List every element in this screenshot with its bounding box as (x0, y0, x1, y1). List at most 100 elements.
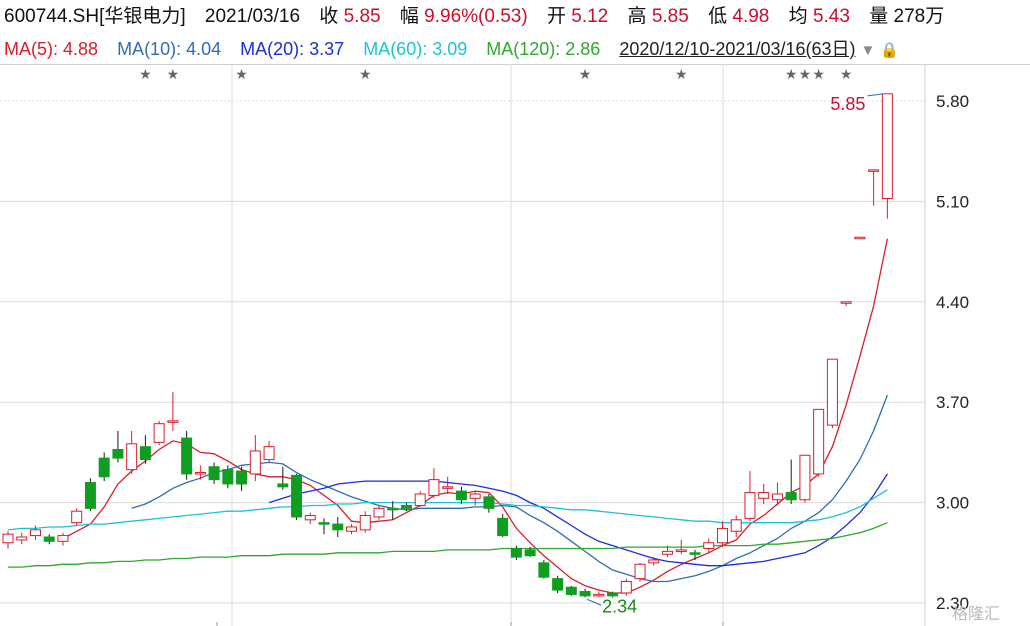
candle-up (744, 492, 756, 519)
candle-down (524, 549, 536, 557)
candle-up (662, 550, 674, 555)
candle-up (126, 443, 138, 471)
avg-label: 均 (788, 6, 808, 27)
candlestick-chart: 5.805.104.403.703.002.30★ ★ ★ ★ ★ ★ ★ ★ ★ ★5.852.… (0, 64, 969, 626)
dropdown-triangle-icon[interactable]: ▼ (861, 42, 876, 59)
candle-down (538, 562, 550, 578)
low-pointer-line (586, 598, 602, 606)
candle-up (153, 423, 165, 443)
high-annotation: 5.85 (830, 94, 865, 114)
candle-down (552, 578, 564, 591)
volume-label: 量 (869, 6, 889, 27)
candle-up (442, 486, 454, 489)
candle-up (703, 542, 715, 549)
candle-down (400, 504, 412, 509)
date-range-selector[interactable]: 2020/12/10-2021/03/16(63日) (619, 39, 855, 59)
open-label: 开 (546, 6, 566, 27)
change-label: 幅 (399, 6, 419, 27)
candle-down (139, 446, 151, 461)
high-label: 高 (627, 6, 647, 27)
y-tick-label: 3.70 (936, 393, 969, 412)
candle-down (332, 523, 344, 531)
open-value: 5.12 (571, 6, 609, 27)
candle-down (43, 536, 55, 542)
candle-up (675, 549, 687, 552)
star-marker-icon: ★ (799, 66, 812, 82)
candle-up (868, 169, 880, 172)
stock-code: 600744.SH[华银电力] (4, 6, 186, 27)
star-marker-icon: ★ (840, 66, 853, 82)
candle-up (826, 358, 838, 426)
candle-down (579, 591, 591, 597)
star-marker-icon: ★ (359, 66, 372, 82)
ma120-line (8, 522, 888, 568)
high-pointer-line (867, 93, 884, 97)
candle-down (497, 517, 509, 537)
star-marker-icon: ★ (235, 66, 248, 82)
high-value: 5.85 (651, 6, 689, 27)
candle-down (277, 483, 289, 488)
ma10-legend: MA(10): 4.04 (117, 39, 222, 59)
candle-up (840, 301, 852, 304)
close-label: 收 (319, 6, 339, 27)
candle-down (483, 496, 495, 509)
candle-down (181, 437, 193, 475)
quote-header: 600744.SH[华银电力] 2021/03/16 收 5.85 幅 9.96… (4, 5, 944, 29)
lock-icon[interactable]: 🔒 (880, 42, 899, 59)
candle-down (387, 507, 399, 511)
star-marker-icon: ★ (139, 66, 152, 82)
candle-down (291, 474, 303, 518)
ma5-line (62, 238, 889, 594)
candle-down (510, 547, 522, 558)
volume-value: 278万 (893, 6, 945, 27)
candle-up (373, 507, 385, 518)
candle-up (730, 519, 742, 532)
y-tick-label: 5.80 (936, 92, 969, 111)
candle-down (112, 449, 124, 459)
candle-up (414, 493, 426, 506)
candle-down (84, 482, 96, 509)
candle-down (565, 586, 577, 595)
candle-up (716, 527, 728, 544)
candle-up (648, 559, 660, 564)
candle-down (318, 522, 330, 525)
candle-down (208, 466, 220, 481)
candle-down (455, 490, 467, 501)
candle-down (689, 552, 701, 555)
candle-up (758, 492, 770, 499)
star-marker-icon: ★ (812, 66, 825, 82)
candle-up (799, 454, 811, 501)
ma60-legend: MA(60): 3.09 (363, 39, 468, 59)
ma60-line (7, 489, 888, 531)
y-tick-label: 5.10 (936, 192, 969, 211)
low-label: 低 (708, 6, 728, 27)
candle-down (236, 470, 248, 485)
candle-up (428, 479, 440, 496)
avg-value: 5.43 (812, 6, 850, 27)
candle-up (304, 515, 316, 521)
candle-up (2, 533, 14, 544)
star-marker-icon: ★ (675, 66, 688, 82)
candle-up (634, 563, 646, 580)
candle-up (620, 580, 632, 594)
candle-up (57, 535, 69, 542)
watermark: 格隆汇 (952, 606, 1001, 623)
candle-up (16, 536, 28, 541)
candle-up (263, 446, 275, 461)
candle-up (346, 526, 357, 532)
candle-up (854, 236, 866, 240)
candle-up (71, 510, 83, 524)
low-annotation: 2.34 (602, 596, 637, 616)
ma120-legend: MA(120): 2.86 (486, 39, 601, 59)
candle-up (469, 493, 481, 499)
candle-up (881, 93, 893, 200)
close-value: 5.85 (343, 6, 381, 27)
star-marker-icon: ★ (785, 66, 798, 82)
ma10-line (131, 394, 889, 583)
candle-up (813, 408, 825, 475)
candle-down (98, 457, 110, 478)
y-tick-label: 4.40 (936, 293, 969, 312)
star-marker-icon: ★ (167, 66, 180, 82)
candle-down (222, 469, 234, 485)
candle-up (167, 420, 179, 423)
